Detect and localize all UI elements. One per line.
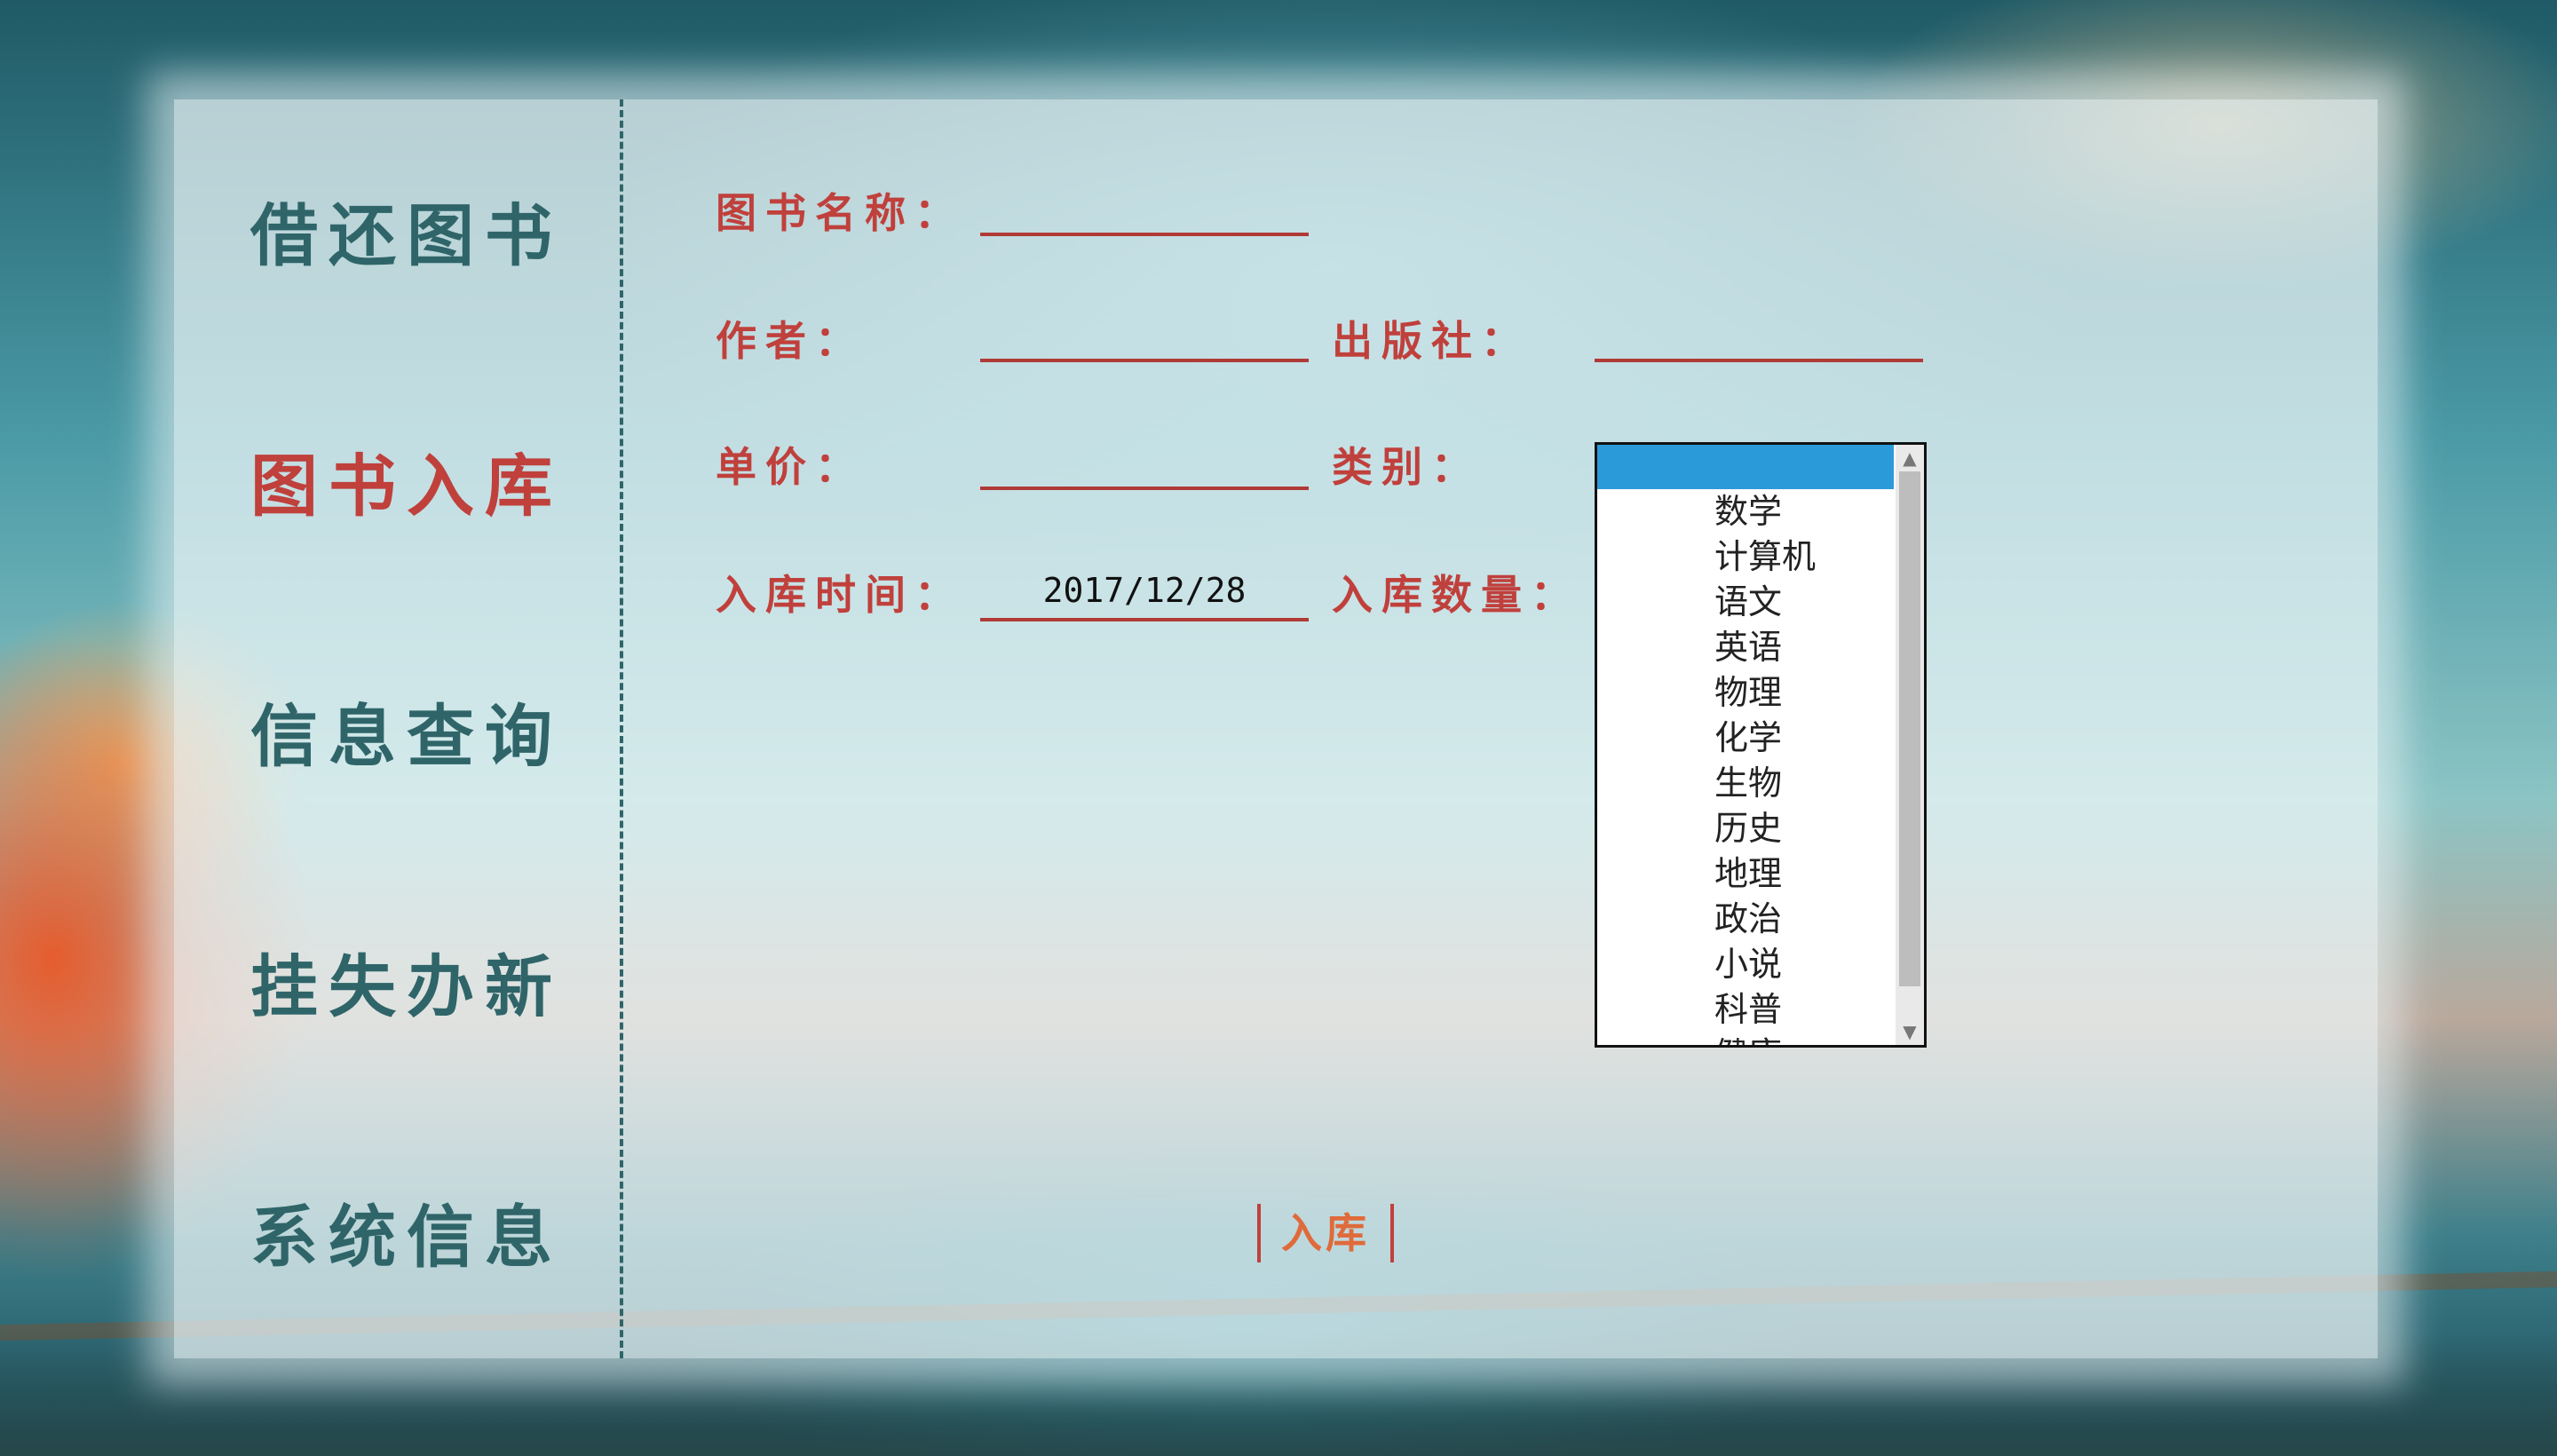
list-item[interactable]: 健康 xyxy=(1597,1033,1894,1045)
price-field[interactable] xyxy=(980,431,1309,490)
category-listbox[interactable]: 数学 计算机 语文 英语 物理 化学 生物 历史 地理 政治 小说 科普 健康 … xyxy=(1595,442,1927,1048)
category-list: 数学 计算机 语文 英语 物理 化学 生物 历史 地理 政治 小说 科普 健康 xyxy=(1597,489,1894,1045)
author-field[interactable] xyxy=(980,304,1309,362)
list-item[interactable]: 数学 xyxy=(1597,489,1894,534)
sidebar-item-info-query[interactable]: 信息查询 xyxy=(250,682,588,779)
chevron-down-icon[interactable]: ▼ xyxy=(1896,1018,1924,1045)
list-item[interactable]: 物理 xyxy=(1597,670,1894,716)
publisher-label: 出版社： xyxy=(1332,317,1531,365)
sidebar-item-borrow-return[interactable]: 借还图书 xyxy=(250,181,588,279)
author-label: 作者： xyxy=(716,317,865,365)
price-label: 单价： xyxy=(716,443,865,491)
list-item[interactable]: 化学 xyxy=(1597,716,1894,761)
listbox-scrollbar[interactable]: ▲ ▼ xyxy=(1896,445,1924,1045)
scroll-thumb[interactable] xyxy=(1899,471,1920,986)
sidebar-item-book-stock-in[interactable]: 图书入库 xyxy=(250,431,588,529)
list-item[interactable]: 小说 xyxy=(1597,942,1894,987)
date-label: 入库时间： xyxy=(716,571,964,619)
list-item[interactable]: 政治 xyxy=(1597,897,1894,942)
sidebar-item-report-loss[interactable]: 挂失办新 xyxy=(250,932,588,1030)
chevron-up-icon[interactable]: ▲ xyxy=(1896,445,1924,471)
date-field[interactable] xyxy=(980,563,1309,621)
book-name-field[interactable] xyxy=(980,178,1309,236)
quantity-label: 入库数量： xyxy=(1332,571,1580,619)
stock-in-button[interactable]: 入库 xyxy=(1257,1204,1394,1262)
sidebar-item-system-info[interactable]: 系统信息 xyxy=(250,1183,588,1280)
list-item[interactable]: 地理 xyxy=(1597,851,1894,897)
list-selected-row[interactable] xyxy=(1597,445,1894,489)
category-label: 类别： xyxy=(1332,443,1481,491)
list-item[interactable]: 历史 xyxy=(1597,806,1894,851)
list-item[interactable]: 语文 xyxy=(1597,580,1894,625)
list-item[interactable]: 计算机 xyxy=(1597,534,1894,580)
publisher-field[interactable] xyxy=(1595,304,1923,362)
list-item[interactable]: 英语 xyxy=(1597,625,1894,670)
list-item[interactable]: 生物 xyxy=(1597,761,1894,806)
list-item[interactable]: 科普 xyxy=(1597,987,1894,1033)
book-name-label: 图书名称： xyxy=(716,189,964,237)
